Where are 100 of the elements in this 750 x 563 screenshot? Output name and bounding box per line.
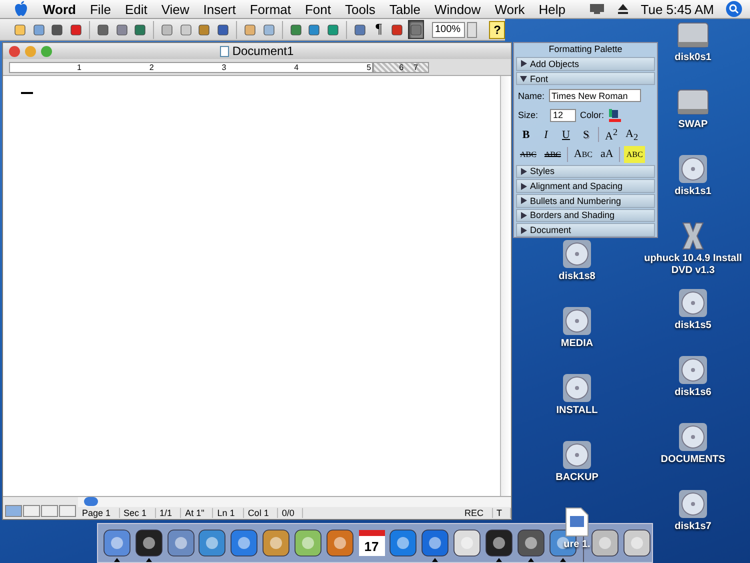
window-title: Document1 (232, 44, 294, 58)
disclosure-triangle-icon[interactable] (520, 75, 527, 82)
ruler-margin[interactable]: 6 7 (373, 62, 429, 72)
section-label: Borders and Shading (530, 210, 615, 220)
disclosure-triangle-icon[interactable] (520, 168, 527, 175)
status-field: At 1" (181, 508, 214, 518)
menu-item[interactable]: Help (532, 2, 573, 16)
icon-label: INSTALL (556, 405, 598, 417)
format-button[interactable]: aA (598, 146, 616, 163)
format-button[interactable]: A$_{2}$ (624, 126, 640, 144)
section-header[interactable]: Font (516, 72, 655, 86)
section-header[interactable]: Borders and Shading (516, 208, 655, 222)
at-sign-icon[interactable] (591, 529, 620, 557)
section-label: Alignment and Spacing (530, 181, 623, 192)
track-indicator[interactable]: T (492, 508, 511, 518)
format-button[interactable]: ABC (518, 146, 538, 163)
format-button[interactable]: B (518, 126, 534, 144)
menu-item[interactable]: Format (242, 2, 298, 16)
address-book-icon[interactable] (262, 529, 290, 557)
field-label: Color: (580, 110, 604, 120)
section-header[interactable]: Document (516, 223, 655, 238)
section-label: Add Objects (530, 58, 580, 69)
text-box-button[interactable] (408, 20, 424, 39)
calendar-icon[interactable]: 17 (358, 530, 385, 556)
hard-drive-icon[interactable] (676, 87, 710, 117)
gauge-icon[interactable] (134, 529, 163, 557)
terminal-icon[interactable] (484, 529, 513, 557)
apple-menu-icon[interactable] (14, 1, 28, 17)
section-label: Bullets and Numbering (530, 196, 622, 206)
font-name-dropdown[interactable]: Times New Roman (548, 89, 641, 102)
vertical-scrollbar[interactable] (500, 76, 511, 496)
section-label: Document (530, 225, 572, 236)
icon-label: disk1s1 (674, 186, 712, 198)
trash-icon[interactable] (623, 529, 652, 557)
search-icon[interactable] (726, 1, 742, 17)
ruler[interactable]: 1 2 3 4 5 (9, 62, 373, 72)
zoom-field[interactable]: 100% (432, 22, 465, 38)
menu-item[interactable]: Insert (196, 2, 243, 16)
usb-device-icon[interactable] (516, 529, 545, 557)
pilcrow-button[interactable]: ¶ (370, 20, 388, 39)
icon-label: uphuck 10.4.9 Install DVD v1.3 (643, 253, 743, 277)
format-button[interactable]: ABC (624, 146, 645, 163)
text-cursor (21, 92, 33, 94)
hard-drive-icon[interactable] (676, 20, 710, 50)
menu-item[interactable]: View (154, 2, 196, 16)
section-header[interactable]: Bullets and Numbering (516, 194, 655, 208)
settings-icon[interactable] (453, 529, 482, 557)
compass-icon[interactable] (198, 529, 226, 557)
section-header[interactable]: Alignment and Spacing (516, 179, 655, 193)
help-button[interactable]: ? (489, 20, 506, 38)
view-button[interactable] (23, 505, 40, 517)
format-button[interactable]: ABC (542, 146, 563, 163)
view-button[interactable] (41, 505, 58, 517)
font-size-dropdown[interactable]: 12 (550, 108, 576, 122)
font-color-icon[interactable] (608, 108, 622, 122)
field-label: Name: (518, 90, 545, 101)
disclosure-triangle-icon[interactable] (520, 197, 527, 204)
status-field: 0/0 (278, 508, 304, 518)
disclosure-triangle-icon[interactable] (520, 182, 527, 190)
menu-item[interactable]: Edit (118, 2, 154, 16)
view-button[interactable] (59, 505, 76, 517)
icon-label: disk1s5 (674, 320, 712, 332)
section-header[interactable]: Add Objects (516, 57, 655, 71)
format-button[interactable]: U (558, 126, 574, 144)
format-button[interactable]: I (538, 126, 554, 144)
menu-item[interactable]: Work (488, 2, 532, 16)
chat-bubble-icon[interactable] (230, 529, 258, 557)
horizontal-scrollbar[interactable] (78, 497, 511, 507)
menu-item[interactable]: Tools (338, 2, 382, 16)
photo-camera-icon[interactable] (326, 529, 354, 557)
menu-item[interactable]: Table (382, 2, 428, 16)
display-icon[interactable] (588, 3, 605, 15)
menu-item[interactable]: Font (298, 2, 338, 16)
icon-label: SWAP (678, 119, 708, 131)
icon-label: disk1s8 (558, 271, 596, 283)
stamp-icon[interactable] (166, 529, 195, 557)
disclosure-triangle-icon[interactable] (520, 226, 527, 234)
icon-label: disk1s7 (674, 521, 712, 533)
status-field: Ln 1 (213, 508, 244, 518)
menubar-clock[interactable]: Tue 5:45 AM (640, 2, 714, 16)
app-menu[interactable]: Word (36, 2, 83, 16)
eject-icon[interactable] (616, 3, 629, 15)
menu-item[interactable]: Window (427, 2, 488, 16)
ring-icon[interactable] (389, 529, 418, 557)
icon-label: BACKUP (556, 472, 598, 484)
w-letter-icon[interactable] (421, 529, 450, 557)
format-button[interactable]: S (578, 126, 594, 144)
menu-item[interactable]: File (82, 2, 118, 16)
section-header[interactable]: Styles (516, 164, 655, 178)
disclosure-triangle-icon[interactable] (520, 212, 527, 219)
palette-title: Formatting Palette (548, 43, 624, 56)
image-file-icon[interactable] (565, 507, 589, 537)
close-button[interactable] (9, 46, 20, 56)
face-icon[interactable] (102, 529, 131, 557)
section-label: Font (530, 74, 548, 84)
format-button[interactable]: A$^{2}$ (603, 126, 620, 144)
dropdown-button[interactable] (466, 22, 478, 38)
disclosure-triangle-icon[interactable] (520, 60, 527, 68)
rec-indicator[interactable]: REC (460, 508, 492, 518)
format-button[interactable]: Abc (572, 146, 595, 163)
